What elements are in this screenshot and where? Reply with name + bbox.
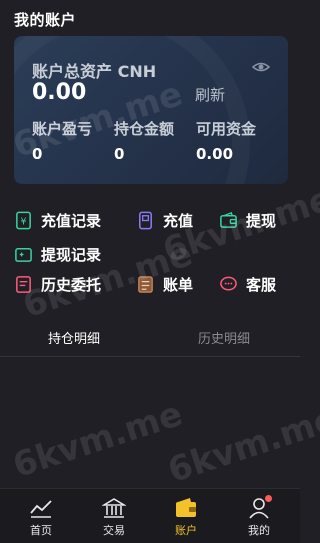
nav-label: 交易 [103, 524, 125, 537]
phone-card-icon [139, 211, 152, 229]
customer-service-button[interactable]: 客服 [219, 272, 276, 296]
watermark: 6kvm.me [8, 393, 188, 487]
bank-icon [102, 498, 126, 518]
menu-label: 充值记录 [41, 211, 102, 230]
nav-label: 我的 [248, 524, 270, 537]
nav-account[interactable]: 账户 [156, 489, 216, 543]
svg-text:¥: ¥ [20, 216, 26, 227]
bill-icon [138, 275, 153, 293]
withdraw-button[interactable]: 提现 [219, 208, 276, 232]
stat-holding-amount: 持仓金额 0 [114, 118, 174, 163]
menu-label: 历史委托 [41, 275, 102, 294]
menu-label: 提现 [246, 211, 277, 230]
nav-mine[interactable]: 我的 [229, 489, 289, 543]
asset-summary-card: 账户总资产 CNH 0.00 刷新 账户盈亏 0 持仓金额 0 可用资金 0.0… [14, 36, 288, 184]
stat-label: 持仓金额 [114, 120, 175, 138]
stat-account-pnl: 账户盈亏 0 [32, 118, 92, 163]
stat-available-funds: 可用资金 0.00 [196, 118, 256, 163]
eye-icon[interactable] [252, 61, 270, 73]
line-chart-icon [30, 500, 52, 518]
recharge-button[interactable]: 充值 [136, 208, 193, 232]
stat-value: 0 [114, 145, 125, 163]
total-assets-value: 0.00 [32, 80, 87, 105]
stat-label: 可用资金 [196, 120, 257, 138]
nav-trade[interactable]: 交易 [84, 489, 144, 543]
receipt-icon: ¥ [16, 211, 31, 229]
tab-holdings-detail[interactable]: 持仓明细 [48, 328, 100, 347]
wallet-icon [220, 211, 237, 228]
history-orders-button[interactable]: 历史委托 [14, 272, 101, 296]
stat-value: 0 [32, 145, 43, 163]
nav-label: 账户 [175, 524, 197, 537]
stat-label: 账户盈亏 [32, 120, 93, 138]
bottom-nav: 首页 交易 账户 我的 [0, 488, 300, 543]
tab-history-detail[interactable]: 历史明细 [198, 328, 250, 347]
chat-icon [220, 276, 237, 290]
withdraw-records-button[interactable]: 提现记录 [14, 242, 101, 266]
menu-label: 充值 [163, 211, 194, 230]
refresh-button[interactable]: 刷新 [195, 84, 225, 105]
recharge-records-button[interactable]: ¥ 充值记录 [14, 208, 101, 232]
menu-label: 账单 [163, 275, 194, 294]
detail-tabs: 持仓明细 历史明细 [0, 322, 300, 357]
wallet-records-icon [15, 247, 32, 262]
clipboard-icon [16, 275, 31, 293]
nav-label: 首页 [30, 524, 52, 537]
nav-home[interactable]: 首页 [11, 489, 71, 543]
page-title: 我的账户 [14, 11, 77, 29]
bill-button[interactable]: 账单 [136, 272, 193, 296]
total-assets-label: 账户总资产 CNH [32, 62, 157, 81]
menu-label: 客服 [246, 275, 277, 294]
wallet-active-icon [176, 498, 196, 517]
notification-dot [265, 495, 272, 502]
watermark: 6kvm.me [163, 398, 320, 492]
stat-value: 0.00 [196, 145, 234, 163]
menu-label: 提现记录 [41, 245, 102, 264]
